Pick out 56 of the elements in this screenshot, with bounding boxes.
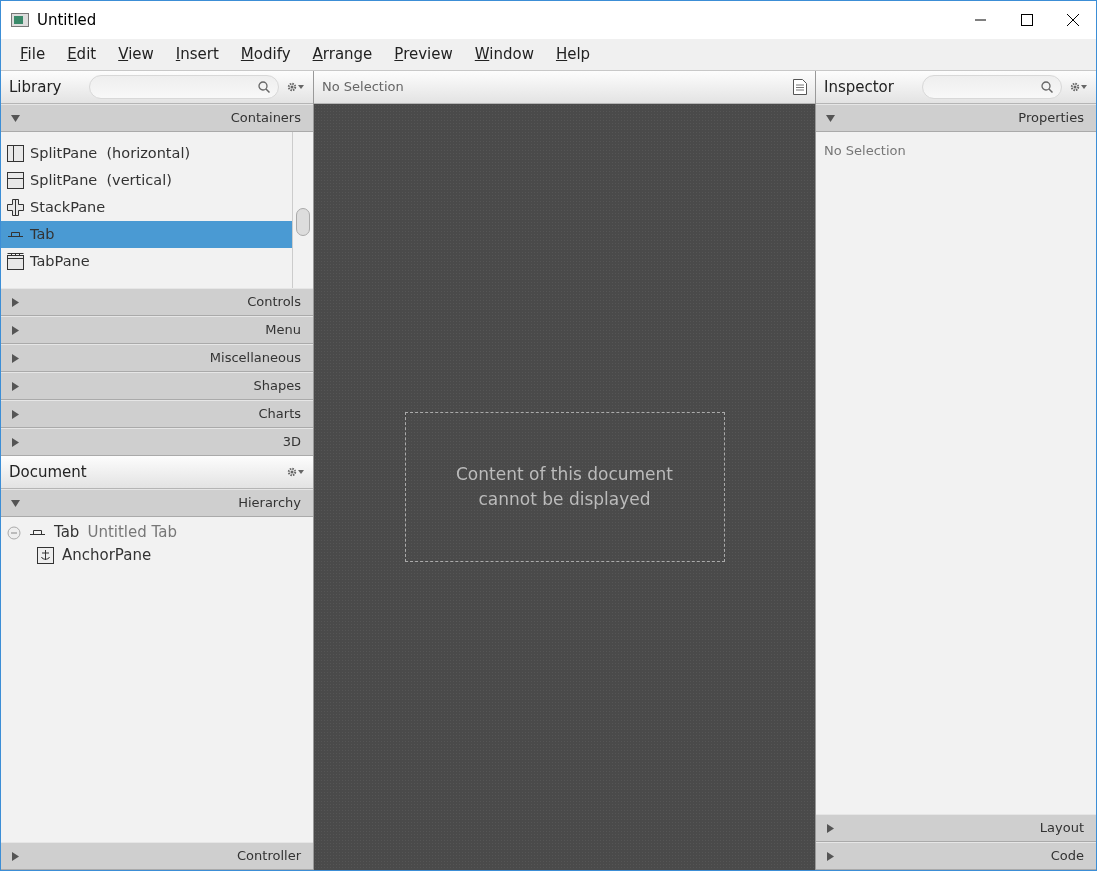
- anchor-pane-icon: [37, 547, 54, 564]
- tree-item[interactable]: AnchorPane: [62, 544, 152, 567]
- menu-item[interactable]: Window: [463, 43, 545, 66]
- menu-item[interactable]: Modify: [229, 43, 302, 66]
- app-icon: [11, 13, 29, 27]
- menu-item[interactable]: File: [9, 43, 57, 66]
- tab-icon: [7, 231, 24, 238]
- menu-item[interactable]: Insert: [164, 43, 230, 66]
- section-header[interactable]: 3D: [1, 428, 313, 456]
- section-header[interactable]: Controls: [1, 288, 313, 316]
- menu-item[interactable]: Arrange: [301, 43, 384, 66]
- tree-item-label: Untitled Tab: [87, 522, 177, 544]
- panel-title: Inspector: [824, 76, 894, 98]
- selection-label: No Selection: [322, 78, 404, 97]
- section-header[interactable]: Charts: [1, 400, 313, 428]
- section-header[interactable]: Miscellaneous: [1, 344, 313, 372]
- section-header[interactable]: Layout: [816, 814, 1096, 842]
- collapse-toggle-icon[interactable]: [7, 525, 21, 540]
- section-header[interactable]: Controller: [1, 842, 313, 870]
- stack-pane-icon: [7, 199, 24, 216]
- document-icon[interactable]: [793, 79, 807, 95]
- gear-icon[interactable]: [287, 467, 305, 477]
- scrollbar[interactable]: [292, 132, 313, 288]
- section-header[interactable]: Properties: [816, 104, 1096, 132]
- library-item[interactable]: SplitPane (horizontal): [1, 140, 292, 167]
- panel-title: Document: [9, 461, 87, 483]
- library-item[interactable]: SplitPane (vertical): [1, 167, 292, 194]
- empty-state-text: No Selection: [824, 143, 906, 158]
- close-icon: [1065, 14, 1081, 26]
- tab-pane-icon: [7, 253, 24, 270]
- maximize-icon: [1019, 14, 1035, 26]
- section-header[interactable]: Code: [816, 842, 1096, 870]
- section-header[interactable]: Shapes: [1, 372, 313, 400]
- gear-icon[interactable]: [287, 82, 305, 92]
- section-header[interactable]: Containers: [1, 104, 313, 132]
- menu-item[interactable]: Edit: [56, 43, 108, 66]
- library-item[interactable]: Tab: [1, 221, 292, 248]
- split-pane-icon: [7, 145, 24, 162]
- search-field[interactable]: [922, 75, 1062, 99]
- search-icon: [258, 81, 270, 93]
- search-icon: [1041, 81, 1053, 93]
- menu-item[interactable]: Help: [544, 43, 602, 66]
- placeholder-message: Content of this document cannot be displayed: [455, 462, 674, 511]
- panel-title: Library: [9, 76, 62, 98]
- library-item[interactable]: TabPane: [1, 248, 292, 275]
- tab-icon: [29, 529, 46, 536]
- split-pane-icon: [7, 172, 24, 189]
- window-title: Untitled: [37, 9, 98, 31]
- section-header[interactable]: Menu: [1, 316, 313, 344]
- library-item[interactable]: StackPane: [1, 194, 292, 221]
- gear-icon[interactable]: [1070, 82, 1088, 92]
- menu-item[interactable]: Preview: [383, 43, 464, 66]
- search-field[interactable]: [89, 75, 279, 99]
- menu-item[interactable]: View: [107, 43, 165, 66]
- section-header[interactable]: Hierarchy: [1, 489, 313, 517]
- tree-item[interactable]: Tab: [54, 521, 80, 544]
